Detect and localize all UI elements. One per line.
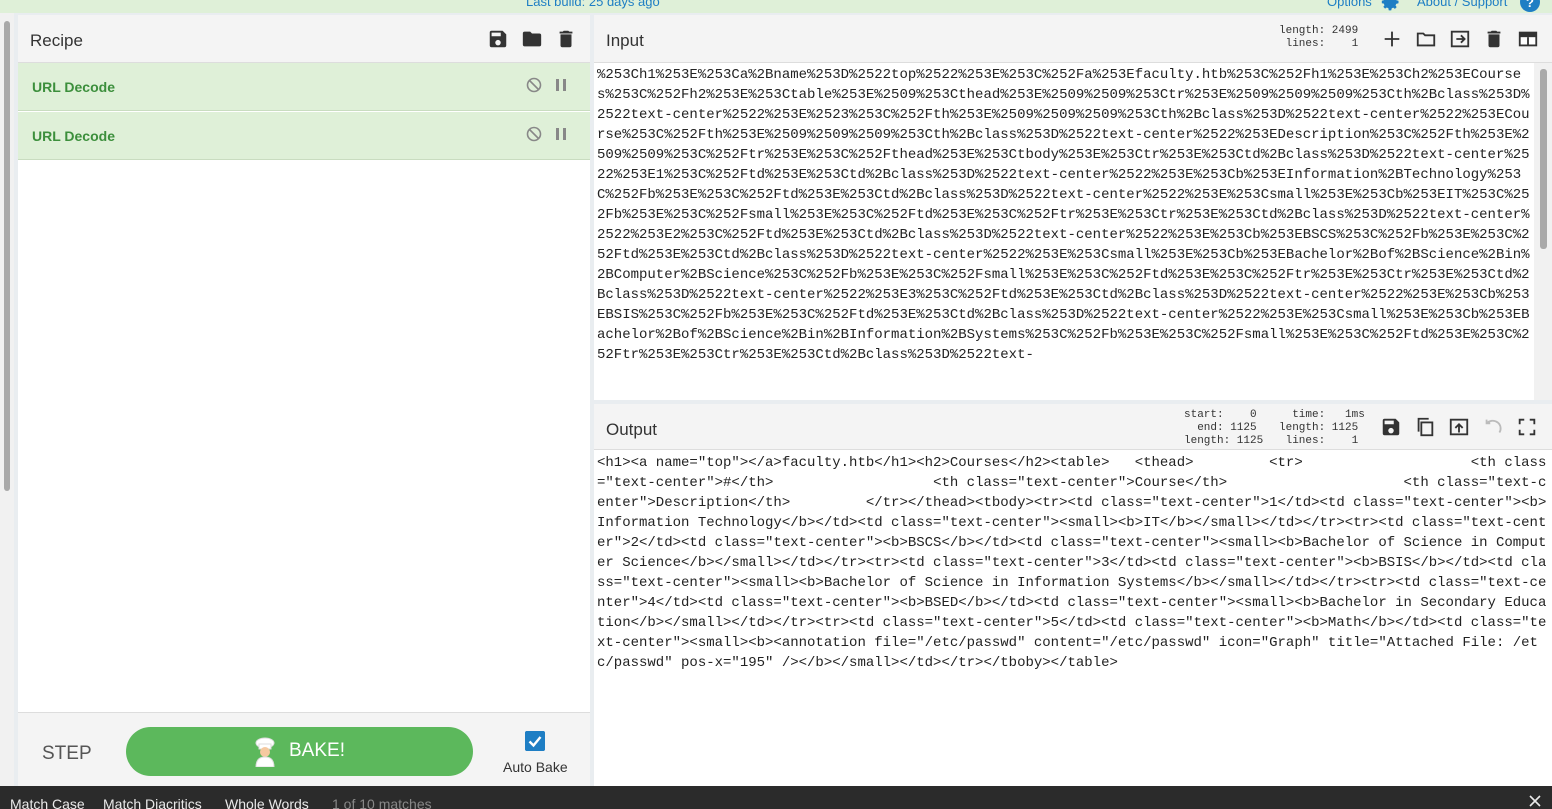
input-pane: Input length: 2499 lines: 1 %253Ch1%253E… (594, 15, 1552, 400)
input-title: Input (606, 31, 644, 50)
breakpoint-icon[interactable] (555, 127, 567, 141)
disable-icon[interactable] (526, 77, 542, 93)
recipe-title: Recipe (30, 31, 83, 50)
whole-words-toggle[interactable]: Whole Words (225, 796, 309, 809)
add-input-icon[interactable] (1381, 28, 1403, 50)
output-pane: Output start: 0 end: 1125 length: 1125 t… (594, 404, 1552, 786)
operation-name: URL Decode (32, 79, 115, 95)
output-header: Output start: 0 end: 1125 length: 1125 t… (594, 404, 1552, 450)
recipe-header: Recipe (18, 15, 590, 63)
gear-icon[interactable] (1380, 0, 1402, 12)
input-header: Input length: 2499 lines: 1 (594, 15, 1552, 63)
recipe-scrollbar[interactable] (0, 13, 14, 786)
replace-input-icon[interactable] (1448, 416, 1470, 438)
auto-bake-checkbox[interactable] (525, 731, 545, 751)
last-build-notice: Last build: 25 days ago (526, 0, 660, 9)
output-title: Output (606, 420, 658, 439)
help-icon[interactable]: ? (1520, 0, 1540, 12)
recipe-panel: Recipe URL Decode URL Decode STEP BAKE! … (18, 15, 590, 786)
breakpoint-icon[interactable] (555, 78, 567, 92)
maximise-icon[interactable] (1516, 416, 1538, 438)
chef-icon (255, 737, 275, 767)
input-scrollbar[interactable] (1534, 63, 1552, 400)
auto-bake-label: Auto Bake (503, 759, 568, 775)
open-folder-icon[interactable] (1415, 28, 1437, 50)
match-diacritics-toggle[interactable]: Match Diacritics (103, 796, 202, 809)
delete-icon[interactable] (555, 28, 577, 50)
save-recipe-icon[interactable] (487, 28, 509, 50)
folder-icon[interactable] (521, 28, 543, 50)
clear-input-icon[interactable] (1483, 28, 1505, 50)
open-file-icon[interactable] (1449, 28, 1471, 50)
options-link[interactable]: Options (1327, 0, 1372, 9)
bake-label: BAKE! (289, 740, 345, 761)
disable-icon[interactable] (526, 126, 542, 142)
operation-name: URL Decode (32, 128, 115, 144)
input-textarea[interactable]: %253Ch1%253E%253Ca%2Bname%253D%2522top%2… (597, 65, 1532, 397)
match-case-toggle[interactable]: Match Case (10, 796, 85, 809)
undo-icon[interactable] (1482, 416, 1504, 438)
output-position-stats: start: 0 end: 1125 length: 1125 (1184, 409, 1264, 447)
operation-url-decode[interactable]: URL Decode (18, 112, 590, 160)
recipe-controls: STEP BAKE! Auto Bake (18, 712, 590, 786)
cyberchef-window: Last build: 25 days ago Options About / … (0, 0, 1552, 809)
output-text[interactable]: <h1><a name="top"></a>faculty.htb</h1><h… (597, 453, 1547, 783)
reset-layout-icon[interactable] (1517, 28, 1539, 50)
top-banner: Last build: 25 days ago Options About / … (0, 0, 1552, 13)
step-button[interactable]: STEP (42, 743, 92, 765)
scrollbar-thumb[interactable] (1540, 69, 1547, 249)
about-support-link[interactable]: About / Support (1417, 0, 1507, 9)
copy-icon[interactable] (1414, 416, 1436, 438)
bake-button[interactable]: BAKE! (126, 727, 473, 776)
save-output-icon[interactable] (1380, 416, 1402, 438)
input-stats: length: 2499 lines: 1 (1279, 25, 1359, 50)
find-bar: Match Case Match Diacritics Whole Words … (0, 786, 1552, 809)
operation-url-decode[interactable]: URL Decode (18, 63, 590, 111)
scrollbar-thumb[interactable] (4, 21, 10, 491)
output-length-stats: time: 1ms length: 1125 lines: 1 (1279, 409, 1365, 447)
match-count: 1 of 10 matches (332, 796, 432, 809)
close-icon[interactable] (1529, 795, 1541, 807)
